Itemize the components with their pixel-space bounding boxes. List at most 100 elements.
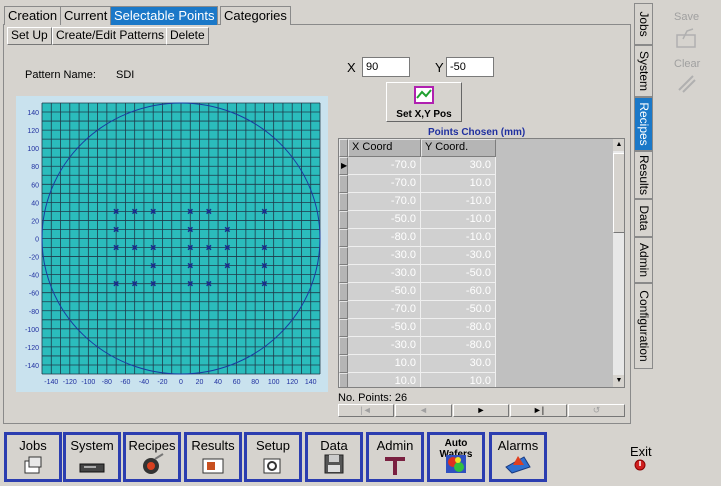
exit-label[interactable]: Exit bbox=[630, 444, 652, 459]
row-header[interactable] bbox=[339, 247, 348, 265]
row-header[interactable] bbox=[339, 193, 348, 211]
table-row[interactable]: -30.0 -50.0 bbox=[339, 265, 496, 283]
table-row[interactable]: 10.0 10.0 bbox=[339, 373, 496, 387]
chart-icon bbox=[414, 86, 434, 104]
pager-refresh[interactable]: ↺ bbox=[568, 404, 625, 417]
nav-recipes[interactable]: Recipes bbox=[123, 432, 181, 482]
nav-jobs[interactable]: Jobs bbox=[4, 432, 62, 482]
cell-x[interactable]: -50.0 bbox=[348, 319, 421, 337]
cell-y[interactable]: -60.0 bbox=[421, 283, 496, 301]
pager-next[interactable]: ► bbox=[453, 404, 509, 417]
cell-y[interactable]: -10.0 bbox=[421, 211, 496, 229]
table-row[interactable]: -50.0 -80.0 bbox=[339, 319, 496, 337]
side-tab-jobs[interactable]: Jobs bbox=[634, 3, 653, 45]
cell-y[interactable]: 10.0 bbox=[421, 175, 496, 193]
cell-x[interactable]: 10.0 bbox=[348, 355, 421, 373]
table-row[interactable]: 10.0 30.0 bbox=[339, 355, 496, 373]
cell-x[interactable]: -30.0 bbox=[348, 337, 421, 355]
wafer-map-chart[interactable]: -140 -120 -100 -80 -60 -40 -20 0 20 40 60 80 100 120 1… bbox=[16, 96, 328, 392]
cell-y[interactable]: -30.0 bbox=[421, 247, 496, 265]
cell-x[interactable]: -50.0 bbox=[348, 211, 421, 229]
cell-y[interactable]: 10.0 bbox=[421, 373, 496, 387]
subtab-create-edit-patterns[interactable]: Create/Edit Patterns bbox=[52, 27, 169, 45]
tab-categories[interactable]: Categories bbox=[220, 6, 291, 25]
clear-icon[interactable] bbox=[675, 72, 699, 94]
cell-x[interactable]: 10.0 bbox=[348, 373, 421, 387]
subtab-set-up[interactable]: Set Up bbox=[7, 27, 52, 45]
row-header[interactable] bbox=[339, 211, 348, 229]
table-row[interactable]: -50.0 -10.0 bbox=[339, 211, 496, 229]
table-row[interactable]: -70.0 -10.0 bbox=[339, 193, 496, 211]
nav-system[interactable]: System bbox=[63, 432, 121, 482]
pager-prev[interactable]: ◄ bbox=[395, 404, 452, 417]
x-coord-input[interactable] bbox=[362, 57, 410, 77]
table-row[interactable]: -70.0 -50.0 bbox=[339, 301, 496, 319]
side-tab-recipes[interactable]: Recipes bbox=[634, 97, 653, 151]
cell-x[interactable]: -70.0 bbox=[348, 175, 421, 193]
row-indicator-current[interactable]: ▶ bbox=[339, 157, 348, 175]
cell-y[interactable]: -50.0 bbox=[421, 265, 496, 283]
col-header-y[interactable]: Y Coord. bbox=[421, 139, 496, 157]
scroll-thumb[interactable] bbox=[613, 153, 624, 233]
tab-creation[interactable]: Creation bbox=[4, 6, 62, 25]
cell-y[interactable]: -80.0 bbox=[421, 337, 496, 355]
table-row[interactable]: -70.0 10.0 bbox=[339, 175, 496, 193]
table-row[interactable]: -50.0 -60.0 bbox=[339, 283, 496, 301]
cell-x[interactable]: -30.0 bbox=[348, 265, 421, 283]
cell-y[interactable]: -10.0 bbox=[421, 193, 496, 211]
row-header[interactable] bbox=[339, 301, 348, 319]
table-row[interactable]: -30.0 -80.0 bbox=[339, 337, 496, 355]
cell-x[interactable]: -30.0 bbox=[348, 247, 421, 265]
cell-x[interactable]: -50.0 bbox=[348, 283, 421, 301]
row-header[interactable] bbox=[339, 175, 348, 193]
scroll-up-arrow[interactable]: ▲ bbox=[613, 139, 624, 151]
nav-setup[interactable]: Setup bbox=[244, 432, 302, 482]
pager-first[interactable]: |◄ bbox=[338, 404, 394, 417]
side-tab-system[interactable]: System bbox=[634, 45, 653, 97]
save-icon[interactable] bbox=[675, 27, 699, 49]
nav-data[interactable]: Data bbox=[305, 432, 363, 482]
cell-x[interactable]: -70.0 bbox=[348, 157, 421, 175]
row-header[interactable] bbox=[339, 283, 348, 301]
nav-admin[interactable]: Admin bbox=[366, 432, 424, 482]
side-tab-configuration[interactable]: Configuration bbox=[634, 283, 653, 369]
side-tab-admin[interactable]: Admin bbox=[634, 237, 653, 283]
row-header[interactable] bbox=[339, 319, 348, 337]
row-header[interactable] bbox=[339, 265, 348, 283]
x-tick-label: -60 bbox=[120, 379, 130, 386]
cell-y[interactable]: -80.0 bbox=[421, 319, 496, 337]
tab-current[interactable]: Current bbox=[60, 6, 112, 25]
side-tab-results[interactable]: Results bbox=[634, 151, 653, 199]
row-header[interactable] bbox=[339, 355, 348, 373]
table-row[interactable]: -80.0 -10.0 bbox=[339, 229, 496, 247]
row-header[interactable] bbox=[339, 337, 348, 355]
row-header[interactable] bbox=[339, 373, 348, 387]
set-xy-pos-button[interactable]: Set X,Y Pos bbox=[386, 82, 462, 122]
table-row[interactable]: ▶ -70.0 30.0 bbox=[339, 157, 496, 175]
cell-x[interactable]: -70.0 bbox=[348, 193, 421, 211]
side-tab-data[interactable]: Data bbox=[634, 199, 653, 237]
col-header-x[interactable]: X Coord bbox=[348, 139, 421, 157]
tab-selectable-points[interactable]: Selectable Points bbox=[110, 6, 219, 25]
row-header[interactable] bbox=[339, 229, 348, 247]
points-table[interactable]: X Coord Y Coord. ▶ -70.0 30.0 -70.0 10.0 -70.… bbox=[338, 138, 625, 388]
table-row[interactable]: -30.0 -30.0 bbox=[339, 247, 496, 265]
cell-y[interactable]: -10.0 bbox=[421, 229, 496, 247]
nav-results[interactable]: Results bbox=[184, 432, 242, 482]
clear-label[interactable]: Clear bbox=[674, 58, 700, 70]
y-coord-input[interactable] bbox=[446, 57, 494, 77]
cell-y[interactable]: 30.0 bbox=[421, 355, 496, 373]
nav-auto-wafers[interactable]: Auto Wafers bbox=[427, 432, 485, 482]
cell-y[interactable]: 30.0 bbox=[421, 157, 496, 175]
nav-alarms[interactable]: Alarms bbox=[489, 432, 547, 482]
exit-icon[interactable] bbox=[634, 459, 646, 471]
y-tick-label: 100 bbox=[27, 146, 39, 153]
save-label[interactable]: Save bbox=[674, 11, 699, 23]
cell-x[interactable]: -70.0 bbox=[348, 301, 421, 319]
cell-y[interactable]: -50.0 bbox=[421, 301, 496, 319]
scroll-down-arrow[interactable]: ▼ bbox=[613, 375, 624, 387]
pager-last[interactable]: ►| bbox=[510, 404, 567, 417]
table-scrollbar[interactable]: ▲ ▼ bbox=[613, 139, 624, 387]
cell-x[interactable]: -80.0 bbox=[348, 229, 421, 247]
subtab-delete[interactable]: Delete bbox=[166, 27, 209, 45]
